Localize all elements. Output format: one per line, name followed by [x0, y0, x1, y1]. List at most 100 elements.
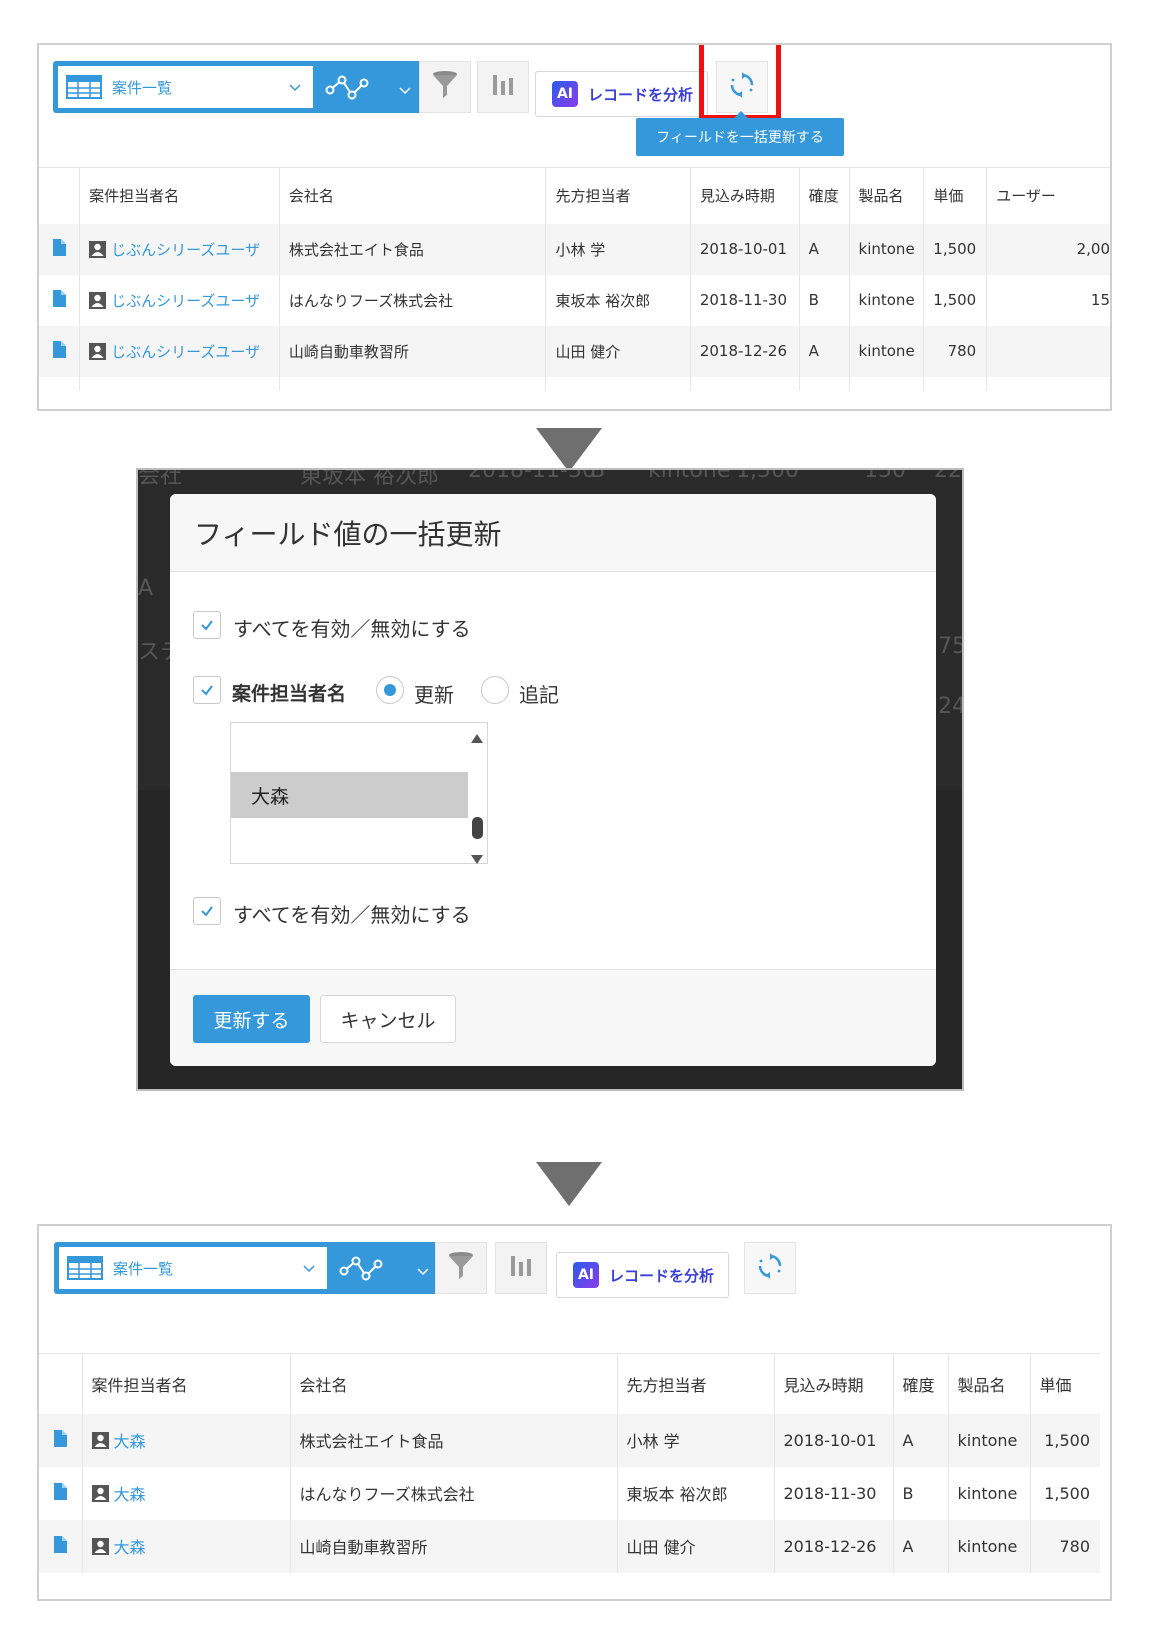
record-detail-link[interactable]	[39, 1519, 82, 1573]
column-header[interactable]: 案件担当者名	[81, 1353, 290, 1414]
record-list-before: 案件一覧 AI レコードを分析 フィールドを一括更新する 案件担当者名 会社名 …	[37, 43, 1112, 411]
column-header[interactable]: 会社名	[278, 167, 546, 224]
column-header[interactable]: 確度	[798, 167, 850, 224]
cancel-button[interactable]: キャンセル	[320, 995, 456, 1043]
user-link[interactable]: じぶんシリーズユーザ	[89, 341, 279, 362]
field-checkbox[interactable]	[193, 676, 221, 704]
list-item-selected[interactable]: 大森	[231, 772, 468, 818]
record-detail-link[interactable]	[39, 1466, 82, 1520]
column-header[interactable]: 単価	[923, 167, 987, 224]
scroll-thumb[interactable]	[472, 817, 483, 839]
rank-cell: A	[892, 1519, 948, 1573]
column-header[interactable]: 案件担当者名	[79, 167, 280, 224]
date-cell: 2018-10-01	[773, 1413, 893, 1467]
background-text: 2018-11-30	[468, 468, 596, 483]
product-cell: kintone	[848, 325, 924, 377]
record-detail-link[interactable]	[39, 223, 80, 275]
user-icon	[89, 240, 107, 258]
company-cell: はんなりフーズ株式会社	[278, 274, 546, 326]
column-header[interactable]: 製品名	[848, 167, 924, 224]
record-detail-link[interactable]	[39, 274, 80, 326]
bulk-update-modal: フィールド値の一括更新 すべてを有効／無効にする 案件担当者名 更新 追記 大森…	[170, 494, 936, 1066]
user-name: 大森	[113, 1432, 146, 1451]
analyze-records-button[interactable]: AI レコードを分析	[556, 1252, 730, 1298]
price-cell: 1,500	[1029, 1413, 1100, 1467]
user-icon	[91, 1431, 109, 1449]
submit-update-button[interactable]: 更新する	[193, 995, 310, 1043]
bulk-update-button[interactable]	[744, 1242, 796, 1294]
chevron-down-icon[interactable]	[399, 81, 411, 100]
price-cell: 1,500	[923, 274, 987, 326]
column-header[interactable]: 先方担当者	[616, 1353, 774, 1414]
column-header[interactable]: 会社名	[289, 1353, 617, 1414]
column-header[interactable]: ユーザー	[986, 167, 1110, 224]
filter-icon	[447, 1251, 475, 1285]
radio-update[interactable]	[376, 676, 404, 704]
graph-icon[interactable]	[339, 1252, 385, 1288]
column-header[interactable]: 見込み時期	[773, 1353, 893, 1414]
record-detail-link[interactable]	[39, 325, 80, 377]
background-text: 150	[864, 468, 906, 483]
ai-button-label: レコードを分析	[588, 85, 694, 104]
filter-button[interactable]	[419, 61, 471, 113]
view-dropdown[interactable]: 案件一覧	[59, 1247, 327, 1289]
price-cell: 1,500	[1029, 1466, 1100, 1520]
background-text: 24	[938, 694, 964, 719]
contact-cell: 東坂本 裕次郎	[545, 274, 691, 326]
user-link[interactable]: じぶんシリーズユーザ	[89, 290, 279, 311]
table-row: 大森 はんなりフーズ株式会社 東坂本 裕次郎 2018-11-30 B kint…	[39, 1466, 1100, 1520]
record-table-after: 案件担当者名 会社名 先方担当者 見込み時期 確度 製品名 単価 大森 株式会社…	[39, 1353, 1100, 1573]
toggle-all-label-bottom: すべてを有効／無効にする	[233, 903, 471, 927]
column-header[interactable]: 見込み時期	[689, 167, 800, 224]
users-cell: 2,00	[986, 223, 1110, 275]
record-list-after: 案件一覧 AI レコードを分析 案件担当者名 会社名 先方担当者 見込み時期 確…	[37, 1224, 1112, 1601]
user-icon	[91, 1484, 109, 1502]
scrollbar[interactable]	[467, 723, 487, 864]
radio-update-label: 更新	[414, 683, 454, 707]
column-header[interactable]: 確度	[892, 1353, 948, 1414]
user-link[interactable]: 大森	[91, 1534, 290, 1558]
filter-icon	[431, 70, 459, 104]
user-link[interactable]: じぶんシリーズユーザ	[89, 239, 279, 260]
toggle-all-checkbox-bottom[interactable]	[193, 897, 221, 925]
company-cell: 株式会社エイト食品	[278, 223, 546, 275]
check-icon	[200, 616, 214, 635]
record-detail-link[interactable]	[39, 1413, 82, 1467]
view-name: 案件一覧	[113, 1259, 174, 1278]
column-header[interactable]: 製品名	[947, 1353, 1030, 1414]
rank-cell: A	[892, 1413, 948, 1467]
toggle-all-checkbox-top[interactable]	[193, 611, 221, 639]
chevron-down-icon	[289, 81, 301, 93]
scroll-down-icon[interactable]	[471, 849, 483, 868]
column-header[interactable]: 先方担当者	[545, 167, 691, 224]
product-cell: kintone	[947, 1413, 1030, 1467]
users-cell: 15	[986, 274, 1110, 326]
date-cell: 2018-12-26	[773, 1519, 893, 1573]
chevron-down-icon[interactable]	[417, 1262, 429, 1281]
background-text: B	[590, 468, 606, 483]
view-dropdown[interactable]: 案件一覧	[58, 66, 313, 108]
radio-append-label: 追記	[519, 683, 559, 707]
user-icon	[91, 1537, 109, 1555]
view-selector[interactable]: 案件一覧	[53, 61, 427, 113]
user-link[interactable]: 大森	[91, 1428, 290, 1452]
user-icon	[89, 291, 107, 309]
view-selector[interactable]: 案件一覧	[54, 1242, 444, 1294]
ai-badge: AI	[573, 1262, 599, 1288]
graph-icon[interactable]	[325, 71, 371, 107]
field-label: 案件担当者名	[232, 683, 347, 705]
graph-button[interactable]	[495, 1242, 547, 1294]
step-arrow	[536, 428, 602, 472]
column-header[interactable]: 単価	[1029, 1353, 1100, 1414]
filter-button[interactable]	[435, 1242, 487, 1294]
user-name: 大森	[113, 1538, 146, 1557]
graph-button[interactable]	[477, 61, 529, 113]
scroll-up-icon[interactable]	[471, 728, 483, 747]
date-cell: 2018-11-30	[773, 1466, 893, 1520]
contact-cell: 東坂本 裕次郎	[616, 1466, 774, 1520]
analyze-records-button[interactable]: AI レコードを分析	[535, 71, 709, 117]
user-link[interactable]: 大森	[91, 1481, 290, 1505]
table-row: じぶんシリーズユーザ 株式会社エイト食品 小林 学 2018-10-01 A k…	[39, 223, 1110, 275]
user-select-listbox[interactable]: 大森	[230, 722, 488, 864]
radio-append[interactable]	[481, 676, 509, 704]
